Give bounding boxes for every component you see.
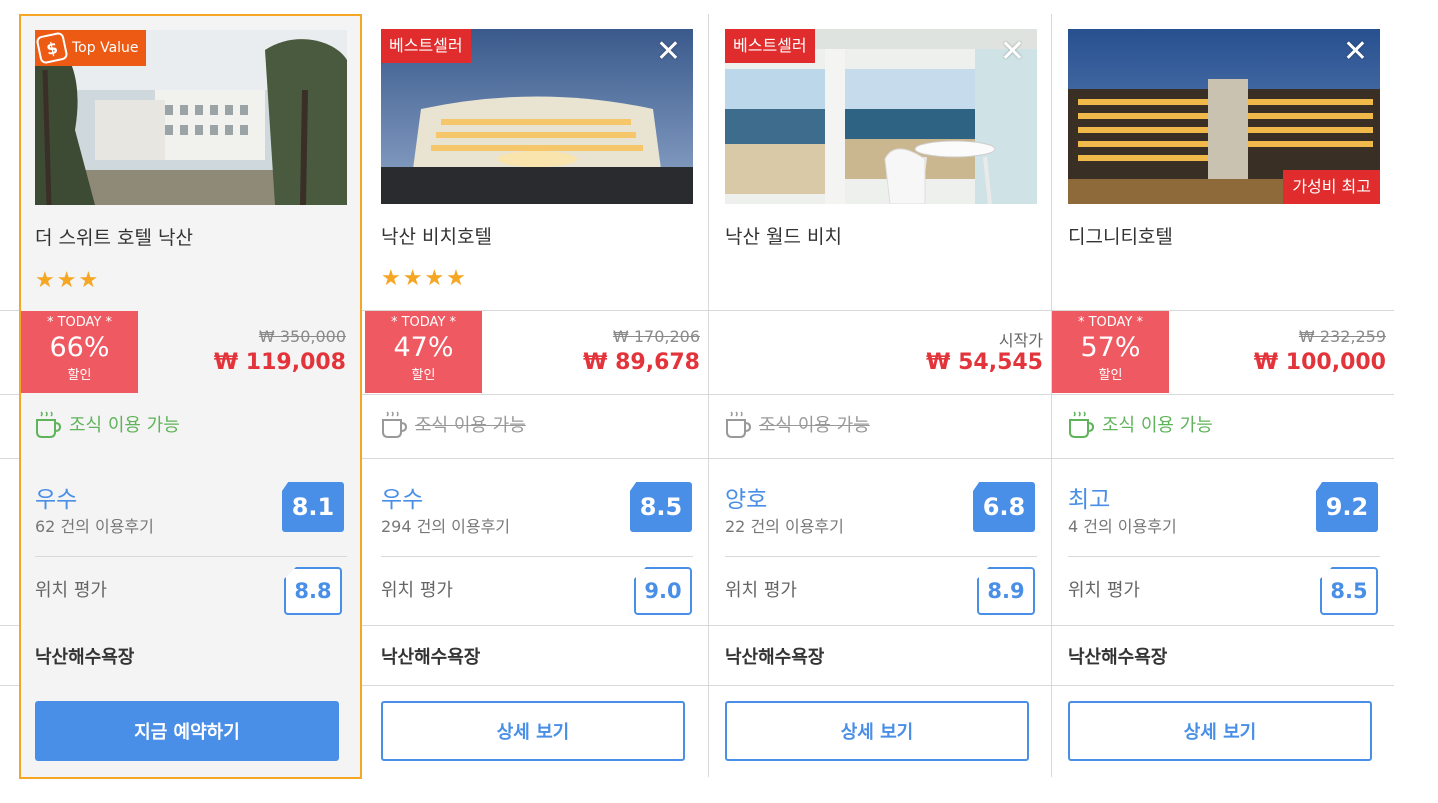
review-score: 8.5 xyxy=(630,482,692,532)
breakfast-label: 조식 이용 가능 xyxy=(759,415,870,436)
location-rating-label: 위치 평가 xyxy=(381,580,453,601)
hotel-name[interactable]: 디그니티호텔 xyxy=(1068,222,1173,249)
view-details-button[interactable]: 상세 보기 xyxy=(725,701,1029,761)
breakfast-label: 조식 이용 가능 xyxy=(1102,415,1213,436)
rating-word: 양호 xyxy=(725,487,768,513)
landmark: 낙산해수욕장 xyxy=(1068,647,1168,668)
hotel-name[interactable]: 낙산 월드 비치 xyxy=(725,222,842,249)
today-label: * TODAY * xyxy=(390,315,457,330)
review-score: 6.8 xyxy=(973,482,1035,532)
today-label: * TODAY * xyxy=(1077,315,1144,330)
discount-suffix: 할인 xyxy=(411,368,436,383)
price: ₩ 100,000 xyxy=(1253,350,1386,375)
coffee-cup-icon xyxy=(382,411,407,438)
price: ₩ 54,545 xyxy=(926,350,1043,375)
starting-from-label: 시작가 xyxy=(998,331,1043,350)
tag-icon: $ xyxy=(35,31,69,65)
best-value-badge: 가성비 최고 xyxy=(1283,170,1380,204)
price: ₩ 119,008 xyxy=(213,350,346,375)
top-value-label: Top Value xyxy=(72,40,139,56)
discount-percent: 47% xyxy=(393,332,454,363)
location-rating-label: 위치 평가 xyxy=(1068,580,1140,601)
review-score: 9.2 xyxy=(1316,482,1378,532)
location-rating-label: 위치 평가 xyxy=(35,580,107,601)
coffee-cup-icon xyxy=(726,411,751,438)
hotel-photo[interactable]: $ Top Value xyxy=(35,30,347,205)
hotel-photo[interactable]: ✕ 가성비 최고 xyxy=(1068,29,1380,204)
breakfast-available: 조식 이용 가능 xyxy=(35,410,180,438)
review-count[interactable]: 22 건의 이용후기 xyxy=(725,513,844,537)
today-label: * TODAY * xyxy=(46,315,113,330)
close-icon[interactable]: ✕ xyxy=(656,37,681,67)
location-score: 9.0 xyxy=(634,567,692,615)
discount-badge: * TODAY * 47% 할인 xyxy=(365,311,482,393)
coffee-cup-icon xyxy=(36,411,61,438)
hotel-card: 베스트셀러 ✕ 낙산 월드 비치 시작가 ₩ 54,545 조식 이용 가능 양… xyxy=(708,14,1051,777)
hotel-card: ✕ 가성비 최고 디그니티호텔 * TODAY * 57% 할인 ₩ 232,2… xyxy=(1051,14,1394,777)
close-icon[interactable]: ✕ xyxy=(1000,37,1025,67)
book-now-button[interactable]: 지금 예약하기 xyxy=(35,701,339,761)
price: ₩ 89,678 xyxy=(583,350,700,375)
breakfast-label: 조식 이용 가능 xyxy=(415,415,526,436)
discount-suffix: 할인 xyxy=(67,368,92,383)
landmark: 낙산해수욕장 xyxy=(35,647,135,668)
hotel-name[interactable]: 더 스위트 호텔 낙산 xyxy=(35,223,193,250)
location-rating-label: 위치 평가 xyxy=(725,580,797,601)
divider xyxy=(35,556,347,557)
close-icon[interactable]: ✕ xyxy=(1343,37,1368,67)
top-value-badge: $ Top Value xyxy=(35,30,146,66)
review-count[interactable]: 62 건의 이용후기 xyxy=(35,513,154,537)
bestseller-badge: 베스트셀러 xyxy=(725,29,815,63)
original-price: ₩ 350,000 xyxy=(258,327,346,346)
discount-suffix: 할인 xyxy=(1098,368,1123,383)
breakfast-unavailable: 조식 이용 가능 xyxy=(725,410,870,438)
hotel-card-featured: $ Top Value 더 스위트 호텔 낙산 ★★★ * TODAY * 66… xyxy=(19,14,362,779)
bestseller-badge: 베스트셀러 xyxy=(381,29,471,63)
breakfast-available: 조식 이용 가능 xyxy=(1068,410,1213,438)
landmark: 낙산해수욕장 xyxy=(381,647,481,668)
hotel-name[interactable]: 낙산 비치호텔 xyxy=(381,222,492,249)
breakfast-label: 조식 이용 가능 xyxy=(69,415,180,436)
hotel-card: 베스트셀러 ✕ 낙산 비치호텔 ★★★★ * TODAY * 47% 할인 ₩ … xyxy=(365,14,708,777)
discount-badge: * TODAY * 57% 할인 xyxy=(1052,311,1169,393)
location-score: 8.9 xyxy=(977,567,1035,615)
discount-percent: 66% xyxy=(49,332,110,363)
landmark: 낙산해수욕장 xyxy=(725,647,825,668)
hotel-photo[interactable]: 베스트셀러 ✕ xyxy=(381,29,693,204)
location-score: 8.8 xyxy=(284,567,342,615)
star-rating: ★★★★ xyxy=(381,266,468,291)
star-rating: ★★★ xyxy=(35,268,101,293)
divider xyxy=(1068,556,1380,557)
discount-badge: * TODAY * 66% 할인 xyxy=(21,311,138,393)
original-price: ₩ 232,259 xyxy=(1298,327,1386,346)
breakfast-unavailable: 조식 이용 가능 xyxy=(381,410,526,438)
coffee-cup-icon xyxy=(1069,411,1094,438)
review-score: 8.1 xyxy=(282,482,344,532)
location-score: 8.5 xyxy=(1320,567,1378,615)
original-price: ₩ 170,206 xyxy=(612,327,700,346)
review-count[interactable]: 294 건의 이용후기 xyxy=(381,513,510,537)
divider xyxy=(381,556,693,557)
view-details-button[interactable]: 상세 보기 xyxy=(381,701,685,761)
rating-word: 최고 xyxy=(1068,487,1111,513)
hotel-photo[interactable]: 베스트셀러 ✕ xyxy=(725,29,1037,204)
rating-word: 우수 xyxy=(381,487,424,513)
view-details-button[interactable]: 상세 보기 xyxy=(1068,701,1372,761)
discount-percent: 57% xyxy=(1080,332,1141,363)
review-count[interactable]: 4 건의 이용후기 xyxy=(1068,513,1177,537)
rating-word: 우수 xyxy=(35,487,78,513)
divider xyxy=(725,556,1037,557)
